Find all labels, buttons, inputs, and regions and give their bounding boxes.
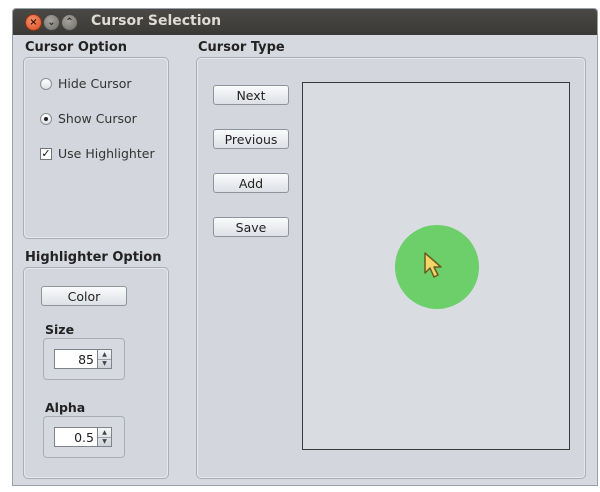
cursor-option-label: Cursor Option	[25, 40, 128, 55]
alpha-spinner-frame: ▲ ▼	[43, 416, 125, 458]
arrow-cursor-icon	[424, 252, 442, 278]
window-title: Cursor Selection	[91, 13, 222, 29]
add-button[interactable]: Add	[213, 173, 289, 193]
size-spinner-input[interactable]	[54, 349, 98, 369]
highlighter-option-group: Color Size ▲ ▼ Alpha ▲ ▼	[23, 267, 169, 479]
previous-button[interactable]: Previous	[213, 129, 289, 149]
save-button[interactable]: Save	[213, 217, 289, 237]
hide-cursor-radio-row[interactable]: Hide Cursor	[40, 76, 132, 91]
close-icon[interactable]: ×	[25, 14, 42, 31]
cursor-selection-window: × ⌄ ⌃ Cursor Selection Cursor Option Hid…	[12, 8, 598, 486]
hide-cursor-label: Hide Cursor	[58, 76, 132, 91]
size-decrement-icon[interactable]: ▼	[98, 359, 111, 368]
size-spinner-buttons[interactable]: ▲ ▼	[98, 349, 112, 369]
minimize-icon[interactable]: ⌄	[43, 14, 60, 31]
use-highlighter-label: Use Highlighter	[58, 146, 155, 161]
title-bar[interactable]: × ⌄ ⌃ Cursor Selection	[13, 9, 597, 35]
cursor-preview-canvas[interactable]	[302, 82, 570, 450]
alpha-decrement-icon[interactable]: ▼	[98, 437, 111, 446]
next-button[interactable]: Next	[213, 85, 289, 105]
show-cursor-label: Show Cursor	[58, 111, 137, 126]
cursor-option-group: Hide Cursor Show Cursor ✓ Use Highlighte…	[23, 57, 169, 239]
color-button[interactable]: Color	[41, 286, 127, 306]
highlighter-option-label: Highlighter Option	[25, 250, 162, 265]
use-highlighter-checkbox[interactable]: ✓	[40, 147, 52, 160]
hide-cursor-radio[interactable]	[40, 77, 52, 90]
alpha-spinner-input[interactable]	[54, 427, 98, 447]
show-cursor-radio-row[interactable]: Show Cursor	[40, 111, 137, 126]
use-highlighter-checkbox-row[interactable]: ✓ Use Highlighter	[40, 146, 155, 161]
alpha-spinner-buttons[interactable]: ▲ ▼	[98, 427, 112, 447]
maximize-icon[interactable]: ⌃	[61, 14, 78, 31]
size-label: Size	[45, 322, 75, 337]
cursor-type-label: Cursor Type	[198, 40, 285, 55]
alpha-label: Alpha	[45, 400, 86, 415]
size-spinner-frame: ▲ ▼	[43, 338, 125, 380]
show-cursor-radio[interactable]	[40, 112, 52, 125]
